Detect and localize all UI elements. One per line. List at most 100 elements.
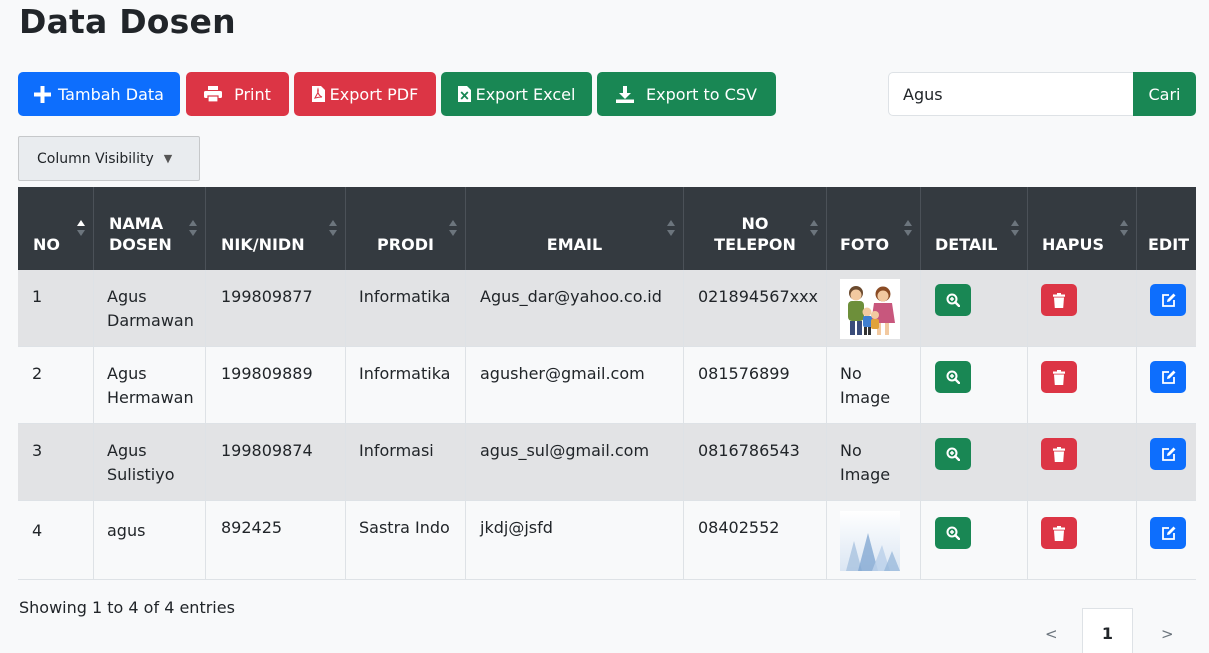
column-header-nik-label: NIK/NIDN [221,235,305,254]
cell-no: 3 [18,424,94,501]
cell-detail [921,424,1028,501]
pagination-previous[interactable]: < [1045,625,1058,643]
trash-icon [1053,369,1065,385]
sort-icon [1120,220,1128,236]
column-visibility-label: Column Visibility [37,150,154,167]
sort-icon [329,220,337,236]
cell-foto: No Image [827,424,921,501]
delete-button[interactable] [1041,517,1077,549]
plus-icon [34,85,52,103]
cell-hapus [1028,501,1137,579]
cell-foto: No Image [827,347,921,424]
search-button[interactable]: Cari [1133,72,1196,116]
cell-prodi: Sastra Indo [346,501,466,579]
column-header-nama-dosen[interactable]: NAMA DOSEN [94,187,206,270]
print-button[interactable]: Print [186,72,289,116]
pagination-page-1[interactable]: 1 [1082,608,1133,653]
cell-telepon: 021894567xxx [684,270,827,347]
edit-button[interactable] [1150,284,1186,316]
cell-nama: Agus Darmawan [94,270,206,347]
cell-email: Agus_dar@yahoo.co.id [466,270,684,347]
printer-icon [204,86,223,102]
print-label: Print [234,84,271,104]
table-row: 4 agus 892425 Sastra Indo jkdj@jsfd 0840… [18,501,1196,580]
table-info: Showing 1 to 4 of 4 entries [19,598,235,617]
column-header-email[interactable]: EMAIL [466,187,684,270]
delete-button[interactable] [1041,284,1077,316]
cell-detail [921,347,1028,424]
cell-hapus [1028,347,1137,424]
export-csv-label: Export to CSV [646,84,757,104]
trash-icon [1053,292,1065,308]
table-row: 2 Agus Hermawan 199809889 Informatika agu… [18,347,1196,424]
edit-icon [1161,526,1175,540]
column-header-edit-label: EDIT [1148,235,1190,254]
download-icon [616,85,635,103]
cell-telepon: 081576899 [684,347,827,424]
column-header-nik[interactable]: NIK/NIDN [206,187,346,270]
edit-icon [1161,293,1175,307]
sort-icon [1011,220,1019,236]
trash-icon [1053,525,1065,541]
delete-button[interactable] [1041,361,1077,393]
column-visibility-button[interactable]: Column Visibility ▼ [18,136,200,181]
page: Data Dosen Tambah Data Print Export PDF … [0,0,1209,653]
edit-button[interactable] [1150,438,1186,470]
cell-detail [921,270,1028,347]
column-header-prodi-label: PRODI [377,235,434,254]
cell-email: jkdj@jsfd [466,501,684,579]
sort-icon [77,220,85,236]
cell-email: agusher@gmail.com [466,347,684,424]
cell-telepon: 0816786543 [684,424,827,501]
caret-down-icon: ▼ [163,152,173,165]
sort-icon [810,220,818,236]
table-row: 1 Agus Darmawan 199809877 Informatika Agu… [18,270,1196,347]
column-header-foto[interactable]: FOTO [827,187,921,270]
cell-edit [1137,424,1196,501]
sort-icon [667,220,675,236]
cell-edit [1137,501,1196,579]
cell-hapus [1028,424,1137,501]
add-data-label: Tambah Data [58,84,164,104]
column-header-edit[interactable]: EDIT [1137,187,1196,270]
edit-icon [1161,447,1175,461]
pagination-next[interactable]: > [1161,625,1174,643]
detail-button[interactable] [935,438,971,470]
export-pdf-button[interactable]: Export PDF [294,72,436,116]
column-header-email-label: EMAIL [546,235,603,254]
column-header-no[interactable]: NO [18,187,94,270]
edit-button[interactable] [1150,361,1186,393]
cell-no: 2 [18,347,94,424]
cell-edit [1137,270,1196,347]
cell-nik: 199809874 [206,424,346,501]
column-header-detail[interactable]: DETAIL [921,187,1028,270]
detail-button[interactable] [935,361,971,393]
cell-no: 4 [18,501,94,579]
detail-button[interactable] [935,284,971,316]
page-title: Data Dosen [19,2,236,41]
column-header-telepon[interactable]: NO TELEPON [684,187,827,270]
export-csv-button[interactable]: Export to CSV [597,72,776,116]
add-data-button[interactable]: Tambah Data [18,72,180,116]
cell-nik: 892425 [206,501,346,579]
column-header-detail-label: DETAIL [935,235,998,254]
column-header-prodi[interactable]: PRODI [346,187,466,270]
delete-button[interactable] [1041,438,1077,470]
excel-file-icon [457,86,471,102]
cell-nik: 199809889 [206,347,346,424]
cell-nama: Agus Hermawan [94,347,206,424]
export-pdf-label: Export PDF [329,84,419,104]
column-header-hapus-label: HAPUS [1042,235,1105,254]
column-header-nama-line2: DOSEN [109,235,172,254]
column-header-no-label: NO [33,235,60,254]
edit-icon [1161,370,1175,384]
edit-button[interactable] [1150,517,1186,549]
pdf-file-icon [311,86,325,102]
search-input[interactable] [888,72,1134,116]
sort-icon [449,220,457,236]
column-header-hapus[interactable]: HAPUS [1028,187,1137,270]
export-excel-label: Export Excel [475,84,576,104]
detail-button[interactable] [935,517,971,549]
sort-icon [189,220,197,236]
export-excel-button[interactable]: Export Excel [441,72,592,116]
